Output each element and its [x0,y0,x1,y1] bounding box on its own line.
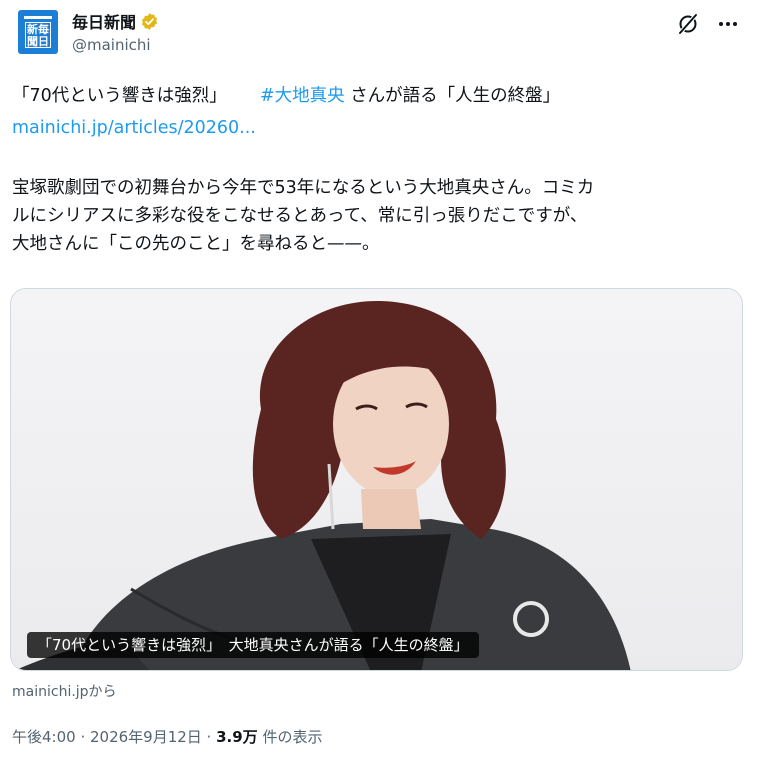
avatar[interactable]: 新 毎 聞 日 [18,10,58,54]
verified-badge-icon [141,12,158,30]
view-count: 3.9万 [216,728,258,746]
hashtag-link[interactable]: #大地真央 [260,86,345,106]
avatar-logo-char: 毎 [38,23,49,36]
card-photo [11,289,742,670]
display-name[interactable]: 毎日新聞 [72,9,136,33]
more-icon[interactable] [716,12,740,36]
tweet-headline: 「70代という響きは強烈」 #大地真央 さんが語る「人生の終盤」 [12,82,740,110]
avatar-seal-line [24,16,52,19]
avatar-logo-char: 聞 [27,35,38,48]
avatar-logo-char: 新 [27,23,38,36]
avatar-logo-char: 日 [38,35,49,48]
account-name-block: 毎日新聞 @mainichi [72,10,159,54]
tweet-headline-quote: 「70代という響きは強烈」 [12,86,227,106]
link-preview-card[interactable]: 「70代という響きは強烈」 大地真央さんが語る「人生の終盤」 [10,288,743,671]
tweet-body-line: 宝塚歌劇団での初舞台から今年で53年になるという大地真央さん。コミカ [12,178,595,198]
article-link[interactable]: mainichi.jp/articles/20260... [12,118,256,138]
tweet-meta: 午後4:00 · 2026年9月12日 · 3.9万 件の表示 [12,726,322,747]
tweet-headline-rest: さんが語る「人生の終盤」 [350,86,561,106]
tweet-body-line: ルにシリアスに多彩な役をこなせるとあって、常に引っ張りだこですが、 [12,206,588,226]
account-handle[interactable]: @mainichi [72,36,159,54]
card-source[interactable]: mainichi.jpから [12,681,117,701]
view-count-suffix: 件の表示 [257,728,323,746]
card-title: 「70代という響きは強烈」 大地真央さんが語る「人生の終盤」 [27,632,479,658]
timestamp[interactable]: 午後4:00 · 2026年9月12日 · [12,728,216,746]
tweet-header: 新 毎 聞 日 毎日新聞 @mainichi [18,10,740,60]
grok-icon[interactable] [676,12,700,36]
tweet-body-line: 大地さんに「この先のこと」を尋ねると——。 [12,234,380,254]
tweet-body: 宝塚歌劇団での初舞台から今年で53年になるという大地真央さん。コミカ ルにシリア… [12,174,740,258]
tweet-text: 「70代という響きは強烈」 #大地真央 さんが語る「人生の終盤」 mainich… [12,82,740,258]
